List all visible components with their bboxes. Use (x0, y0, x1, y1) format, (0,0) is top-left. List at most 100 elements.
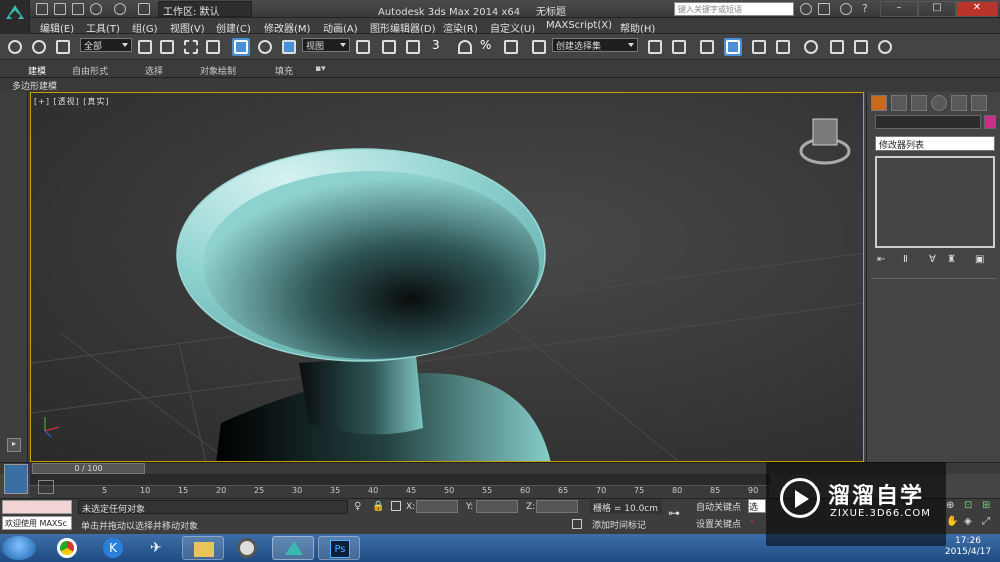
select-link-icon[interactable] (6, 38, 24, 56)
app-logo-button[interactable] (0, 0, 30, 34)
maxscript-listener-red[interactable] (2, 500, 72, 514)
open-mini-curve-editor-icon[interactable] (38, 480, 54, 494)
modifier-list-dropdown[interactable]: 修改器列表 (875, 136, 995, 151)
material-editor-icon[interactable] (802, 38, 820, 56)
select-and-manipulate-icon[interactable] (380, 38, 398, 56)
schematic-view-icon[interactable] (774, 38, 792, 56)
rendered-frame-window-icon[interactable] (852, 38, 870, 56)
ribbon-tab-populate[interactable]: 填充 (275, 64, 293, 77)
menu-group[interactable]: 组(G) (132, 20, 158, 35)
spinner-snap-icon[interactable] (502, 38, 520, 56)
polygon-modeling-label[interactable]: 多边形建模 (12, 79, 57, 92)
menu-animation[interactable]: 动画(A) (323, 20, 358, 35)
open-file-icon[interactable] (54, 3, 66, 15)
menu-customize[interactable]: 自定义(U) (490, 20, 535, 35)
hierarchy-tab-icon[interactable] (911, 95, 927, 111)
reference-coordinate-dropdown[interactable]: 视图 (302, 38, 350, 52)
workspace-dropdown[interactable]: 工作区: 默认 (158, 1, 252, 18)
named-selection-dropdown[interactable]: 创建选择集 (552, 38, 638, 52)
align-icon[interactable] (670, 38, 688, 56)
save-file-icon[interactable] (72, 3, 84, 15)
new-file-icon[interactable] (36, 3, 48, 15)
menu-tools[interactable]: 工具(T) (86, 20, 120, 35)
explorer-taskbar-icon[interactable] (182, 536, 224, 560)
perspective-viewport[interactable] (30, 92, 864, 462)
snaps-toggle-icon[interactable]: 3 (432, 38, 450, 56)
select-and-rotate-icon[interactable] (256, 38, 274, 56)
ribbon-tab-modeling[interactable]: 建模 (28, 64, 46, 77)
menu-graph-editors[interactable]: 图形编辑器(D) (370, 20, 436, 35)
layer-manager-icon[interactable] (698, 38, 716, 56)
time-slider[interactable]: 0 / 100 (32, 463, 145, 474)
render-setup-icon[interactable] (828, 38, 846, 56)
scene-explorer-icon[interactable] (724, 38, 742, 56)
communication-center-icon[interactable] (818, 3, 830, 15)
maximize-button[interactable]: □ (918, 1, 956, 17)
track-bar[interactable]: 5 10 15 20 25 30 35 40 45 50 55 60 65 70… (30, 474, 770, 498)
pan-view-icon[interactable]: ✋ (946, 516, 962, 530)
media-player-taskbar-icon[interactable] (226, 536, 268, 560)
undo-icon[interactable] (90, 3, 102, 15)
remove-modifier-icon[interactable]: ♜ (947, 254, 961, 266)
select-object-icon[interactable] (136, 38, 154, 56)
bind-space-warp-icon[interactable] (54, 38, 72, 56)
object-name-field[interactable] (875, 115, 981, 129)
kugou-taskbar-icon[interactable]: K (92, 536, 134, 560)
close-button[interactable]: ✕ (956, 1, 998, 17)
isolate-selection-icon[interactable]: ♀ (354, 501, 364, 513)
redo-icon[interactable] (114, 3, 126, 15)
select-and-scale-icon[interactable] (280, 38, 298, 56)
hold-icon[interactable] (138, 3, 150, 15)
modify-tab-icon[interactable] (891, 95, 907, 111)
viewcube[interactable] (799, 118, 851, 165)
time-tag-icon[interactable] (572, 519, 582, 529)
modifier-stack[interactable] (875, 156, 995, 248)
system-clock[interactable]: 17:26 2015/4/17 (940, 536, 996, 558)
absolute-mode-icon[interactable] (391, 501, 401, 511)
menu-view[interactable]: 视图(V) (170, 20, 205, 35)
menu-help[interactable]: 帮助(H) (620, 20, 655, 35)
ribbon-tab-freeform[interactable]: 自由形式 (72, 64, 108, 77)
search-icon[interactable] (800, 3, 812, 15)
edit-named-selection-icon[interactable] (530, 38, 548, 56)
menu-maxscript[interactable]: MAXScript(X) (546, 20, 612, 31)
rectangular-selection-icon[interactable] (182, 38, 200, 56)
viewport-label[interactable]: [+] [透视] [真实] (34, 96, 110, 107)
bird-app-taskbar-icon[interactable]: ✈ (138, 536, 180, 560)
help-icon[interactable]: ? (862, 2, 868, 15)
mirror-icon[interactable] (646, 38, 664, 56)
menu-rendering[interactable]: 渲染(R) (443, 20, 478, 35)
photoshop-taskbar-icon[interactable]: Ps (318, 536, 360, 560)
auto-key-button[interactable]: 自动关键点 (696, 500, 746, 514)
expand-ribbon-icon[interactable]: ▸ (7, 438, 21, 452)
mini-listener-icon[interactable] (4, 464, 28, 494)
show-end-result-icon[interactable]: Ⅱ (903, 254, 917, 266)
unlink-icon[interactable] (30, 38, 48, 56)
render-production-icon[interactable] (876, 38, 894, 56)
maximize-viewport-icon[interactable]: ⤢ (982, 516, 998, 530)
start-button-icon[interactable] (2, 536, 36, 560)
key-filters-icon[interactable]: √ (750, 517, 766, 531)
set-key-icon[interactable]: ⊶ (668, 506, 690, 520)
curve-editor-icon[interactable] (750, 38, 768, 56)
make-unique-icon[interactable]: ∀ (929, 254, 943, 266)
zoom-icon[interactable]: ⊕ (946, 500, 962, 514)
utilities-tab-icon[interactable] (971, 95, 987, 111)
select-by-name-icon[interactable] (158, 38, 176, 56)
set-key-button[interactable]: 设置关键点 (696, 517, 746, 531)
create-tab-icon[interactable] (871, 95, 887, 111)
z-coordinate-field[interactable] (536, 500, 578, 513)
keyboard-shortcut-override-icon[interactable] (404, 38, 422, 56)
use-pivot-center-icon[interactable] (354, 38, 372, 56)
display-tab-icon[interactable] (951, 95, 967, 111)
minimize-button[interactable]: – (880, 1, 918, 17)
menu-modifiers[interactable]: 修改器(M) (264, 20, 310, 35)
menu-edit[interactable]: 编辑(E) (40, 20, 74, 35)
favorites-icon[interactable] (840, 3, 852, 15)
object-color-swatch[interactable] (984, 115, 996, 129)
window-crossing-icon[interactable] (204, 38, 222, 56)
ribbon-options-icon[interactable]: ▪▾ (315, 64, 326, 74)
select-and-move-icon[interactable] (232, 38, 250, 56)
3dsmax-taskbar-icon[interactable] (272, 536, 314, 560)
key-filter-dropdown[interactable]: 选定 (748, 499, 766, 513)
